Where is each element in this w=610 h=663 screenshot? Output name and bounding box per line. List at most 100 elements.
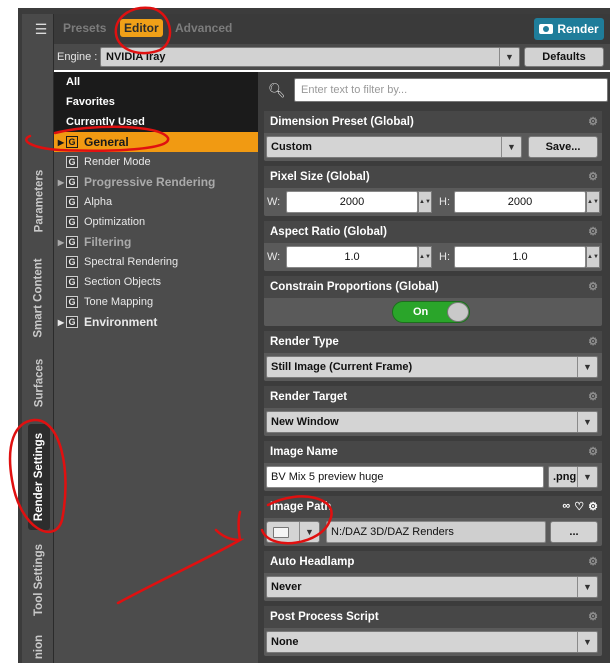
tree-item-general[interactable]: ▶ G General [54,132,258,152]
prop-render-target: Render Target ⚙ New Window ▼ [264,386,602,436]
defaults-button[interactable]: Defaults [524,47,604,67]
save-preset-button[interactable]: Save... [528,136,598,158]
constrain-toggle-label: On [413,306,429,318]
tab-editor[interactable]: Editor [120,19,163,37]
side-tab-smart-content[interactable]: Smart Content [28,252,50,344]
link-icon[interactable]: ∞ [562,500,570,513]
render-type-select[interactable]: Still Image (Current Frame) ▼ [266,356,598,378]
tree-item-spectral-rendering[interactable]: G Spectral Rendering [54,252,258,272]
prop-dimension-preset: Dimension Preset (Global) ⚙ Custom ▼ Save.… [264,111,602,161]
group-icon: G [66,216,78,228]
heart-icon[interactable]: ♡ [574,500,584,513]
chevron-down-icon: ▼ [499,48,519,66]
chevron-down-icon: ▼ [577,357,597,377]
image-name-title: Image Name [270,446,338,458]
tree-item-alpha[interactable]: G Alpha [54,192,258,212]
tab-advanced[interactable]: Advanced [175,21,232,35]
prop-title: Image Name ⚙ [264,441,602,463]
gear-icon[interactable]: ⚙ [588,225,598,238]
gear-icon[interactable]: ⚙ [588,335,598,348]
prop-post-process-script: Post Process Script ⚙ None ▼ [264,606,602,656]
side-tab-tool-settings[interactable]: Tool Settings [28,538,50,622]
tree-item-progressive-rendering[interactable]: ▶ G Progressive Rendering [54,172,258,192]
prop-image-path: Image Path ∞ ♡ ⚙ ▼ N:/DAZ 3D/DAZ Renders… [264,496,602,546]
tree-item-render-mode[interactable]: G Render Mode [54,152,258,172]
expand-triangle-icon[interactable]: ▶ [56,318,66,327]
gear-icon[interactable]: ⚙ [588,280,598,293]
prop-render-type: Render Type ⚙ Still Image (Current Frame)… [264,331,602,381]
engine-label: Engine : [57,51,98,63]
chevron-down-icon: ▼ [577,412,597,432]
tree-item-section-objects[interactable]: G Section Objects [54,272,258,292]
expand-triangle-icon[interactable]: ▶ [56,238,66,247]
pixel-height-input[interactable]: 2000 [454,191,586,213]
post-process-select[interactable]: None ▼ [266,631,598,653]
gear-icon[interactable]: ⚙ [588,445,598,458]
gear-icon[interactable]: ⚙ [588,170,598,183]
aspect-width-input[interactable]: 1.0 [286,246,418,268]
aspect-width-stepper[interactable]: ▲▼ [418,246,432,268]
dimension-preset-value: Custom [271,141,312,153]
folder-menu-button[interactable]: ▼ [266,521,320,543]
prop-aspect-ratio: Aspect Ratio (Global) ⚙ W: 1.0 ▲▼ H: 1.0 … [264,221,602,271]
prop-title: Render Type ⚙ [264,331,602,353]
tree-item-environment[interactable]: ▶ G Environment [54,312,258,332]
tree-item-render-mode-label: Render Mode [84,156,151,168]
chevron-down-icon: ▼ [577,577,597,597]
tree-item-optimization[interactable]: G Optimization [54,212,258,232]
gear-icon[interactable]: ⚙ [588,500,598,513]
render-button-label: Render [557,22,599,36]
tab-presets[interactable]: Presets [63,21,106,35]
property-panel: 🔍︎ Enter text to filter by... Dimension … [258,72,610,663]
image-path-title: Image Path [270,501,332,513]
render-button[interactable]: Render [534,18,604,40]
tree-item-environment-label: Environment [84,315,158,329]
engine-select[interactable]: NVIDIA Iray ▼ [100,47,520,67]
image-name-input[interactable]: BV Mix 5 preview huge [266,466,544,488]
filter-input[interactable]: Enter text to filter by... [294,78,608,102]
filter-bar: 🔍︎ Enter text to filter by... [264,78,608,102]
render-target-select[interactable]: New Window ▼ [266,411,598,433]
image-path-input[interactable]: N:/DAZ 3D/DAZ Renders [326,521,546,543]
prop-title: Post Process Script ⚙ [264,606,602,628]
dimension-preset-select[interactable]: Custom ▼ [266,136,522,158]
chevron-down-icon: ▼ [501,137,521,157]
pixel-width-input[interactable]: 2000 [286,191,418,213]
side-tab-animation-label: nion [33,634,45,659]
prop-title: Pixel Size (Global) ⚙ [264,166,602,188]
gear-icon[interactable]: ⚙ [588,555,598,568]
browse-button[interactable]: ... [550,521,598,543]
image-format-value: .png [553,471,577,483]
gear-icon[interactable]: ⚙ [588,115,598,128]
expand-triangle-icon[interactable]: ▶ [56,138,66,147]
gear-icon[interactable]: ⚙ [588,390,598,403]
tree-item-tone-mapping[interactable]: G Tone Mapping [54,292,258,312]
tree-item-favorites[interactable]: Favorites [54,92,258,112]
pixel-width-stepper[interactable]: ▲▼ [418,191,432,213]
group-icon: G [66,176,78,188]
constrain-toggle[interactable]: On [392,301,470,323]
height-label: H: [439,251,450,263]
group-icon: G [66,296,78,308]
side-tab-parameters-label: Parameters [33,169,45,233]
auto-headlamp-select[interactable]: Never ▼ [266,576,598,598]
search-icon[interactable]: 🔍︎ [268,82,286,100]
gear-icon[interactable]: ⚙ [588,610,598,623]
tree-item-filtering[interactable]: ▶ G Filtering [54,232,258,252]
tree-item-spectral-label: Spectral Rendering [84,256,179,268]
side-tab-render-settings[interactable]: Render Settings [28,424,50,530]
tree-item-currently-used[interactable]: Currently Used [54,112,258,132]
pane-menu-icon[interactable]: ☰ [30,18,52,40]
aspect-height-stepper[interactable]: ▲▼ [586,246,600,268]
pixel-height-stepper[interactable]: ▲▼ [586,191,600,213]
tree-item-all[interactable]: All [54,72,258,92]
expand-triangle-icon[interactable]: ▶ [56,178,66,187]
side-tab-animation[interactable]: nion [28,630,50,663]
side-tab-surfaces[interactable]: Surfaces [28,352,50,414]
image-format-select[interactable]: .png ▼ [548,466,598,488]
prop-title: Image Path ∞ ♡ ⚙ [264,496,602,518]
post-process-title: Post Process Script [270,611,379,623]
side-tab-tool-settings-label: Tool Settings [33,544,46,616]
aspect-height-input[interactable]: 1.0 [454,246,586,268]
side-tab-parameters[interactable]: Parameters [28,160,50,242]
